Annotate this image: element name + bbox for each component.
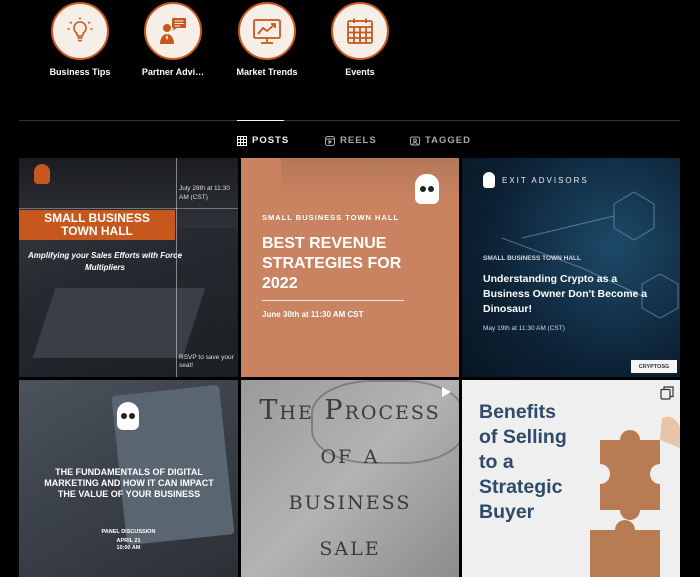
owl-logo-icon bbox=[415, 174, 439, 204]
highlight-market-trends[interactable]: Market Trends bbox=[222, 2, 312, 77]
carousel-icon bbox=[660, 386, 674, 400]
post-title: sale bbox=[319, 531, 381, 562]
story-highlights: Business Tips Partner Advi… Market Trend… bbox=[0, 0, 700, 110]
highlight-label: Events bbox=[345, 67, 375, 77]
post-title: THE FUNDAMENTALS OF DIGITAL MARKETING AN… bbox=[44, 467, 214, 499]
post-title: Buyer bbox=[479, 501, 535, 523]
post-title: TOWN HALL bbox=[61, 224, 133, 238]
post-title-block: Benefits of Selling to a Strategic Buyer bbox=[479, 400, 567, 525]
network-graphic bbox=[501, 191, 679, 319]
highlight-cover bbox=[144, 2, 202, 60]
sponsor-badge: CRYPTOSG bbox=[631, 360, 677, 373]
tab-label: REELS bbox=[340, 135, 377, 146]
post-title: Benefits bbox=[479, 401, 556, 423]
rsvp-note: RSVP to save your seat! bbox=[179, 354, 234, 369]
highlight-label: Market Trends bbox=[236, 67, 298, 77]
divider-line bbox=[19, 208, 238, 209]
document-photo-shape bbox=[32, 288, 206, 358]
post-title-block: The Process of a business sale bbox=[241, 390, 459, 570]
event-date: June 30th at 11:30 AM CST bbox=[262, 310, 364, 319]
chart-monitor-icon bbox=[253, 19, 281, 44]
highlight-events[interactable]: Events bbox=[315, 2, 405, 77]
highlight-business-tips[interactable]: Business Tips bbox=[35, 2, 125, 77]
post-tile-town-hall-sales[interactable]: July 28th at 11:30 AM (CST) SMALL BUSINE… bbox=[19, 158, 238, 377]
tab-label: POSTS bbox=[252, 135, 290, 146]
post-title: Understanding Crypto as a Business Owner… bbox=[483, 273, 648, 315]
highlight-cover bbox=[331, 2, 389, 60]
lightbulb-icon bbox=[67, 17, 93, 42]
post-title: BEST REVENUE STRATEGIES FOR 2022 bbox=[262, 235, 402, 292]
event-date: July 28th at 11:30 AM (CST) bbox=[179, 185, 230, 201]
highlight-label: Business Tips bbox=[49, 67, 111, 77]
tagged-icon bbox=[410, 136, 420, 145]
post-subtitle: Amplifying your Sales Efforts with Force… bbox=[27, 251, 183, 272]
calendar-icon bbox=[347, 18, 373, 44]
title-banner: SMALL BUSINESS TOWN HALL bbox=[19, 210, 175, 240]
puzzle-pieces-graphic bbox=[590, 416, 680, 577]
post-tile-business-sale[interactable]: The Process of a business sale bbox=[241, 380, 459, 577]
highlight-cover bbox=[238, 2, 296, 60]
active-tab-indicator bbox=[237, 120, 284, 121]
event-time: 10:00 AM bbox=[116, 545, 141, 551]
post-tile-revenue-strategies[interactable]: SMALL BUSINESS TOWN HALL BEST REVENUE ST… bbox=[241, 158, 459, 377]
post-tile-digital-marketing[interactable]: THE FUNDAMENTALS OF DIGITAL MARKETING AN… bbox=[19, 380, 238, 577]
tab-reels[interactable]: REELS bbox=[325, 135, 377, 146]
post-title: of Selling bbox=[479, 426, 567, 448]
highlight-label: Partner Advi… bbox=[141, 67, 205, 77]
post-tile-crypto[interactable]: EXIT ADVISORS SMALL BUSINESS TOWN HALL U… bbox=[462, 158, 680, 377]
post-title: business bbox=[288, 485, 412, 516]
event-date: May 19th at 11:30 AM (CST) bbox=[483, 325, 565, 332]
post-title: of a bbox=[320, 439, 380, 470]
tab-tagged[interactable]: TAGGED bbox=[410, 135, 471, 146]
advisor-icon bbox=[160, 18, 186, 44]
post-kicker: SMALL BUSINESS TOWN HALL bbox=[262, 213, 400, 222]
post-kicker: PANEL DISCUSSION bbox=[101, 529, 156, 535]
post-title: The Process bbox=[259, 395, 441, 426]
post-title: to a bbox=[479, 451, 514, 473]
owl-logo-icon bbox=[483, 172, 495, 188]
brand-name: EXIT ADVISORS bbox=[502, 176, 589, 185]
tabs-divider bbox=[19, 120, 680, 121]
event-date: APRIL 21 bbox=[116, 538, 141, 544]
post-tile-strategic-buyer[interactable]: Benefits of Selling to a Strategic Buyer bbox=[462, 380, 680, 577]
tab-posts[interactable]: POSTS bbox=[237, 135, 289, 146]
post-kicker: SMALL BUSINESS TOWN HALL bbox=[483, 255, 581, 262]
tab-label: TAGGED bbox=[425, 135, 471, 146]
highlight-cover bbox=[51, 2, 109, 60]
divider-line bbox=[262, 300, 404, 301]
reels-icon bbox=[325, 135, 335, 146]
highlight-partner-advisors[interactable]: Partner Advi… bbox=[128, 2, 218, 77]
post-title: Strategic bbox=[479, 476, 563, 498]
grid-icon bbox=[237, 135, 247, 146]
owl-logo-icon bbox=[34, 164, 50, 184]
owl-logo-icon bbox=[117, 402, 139, 430]
